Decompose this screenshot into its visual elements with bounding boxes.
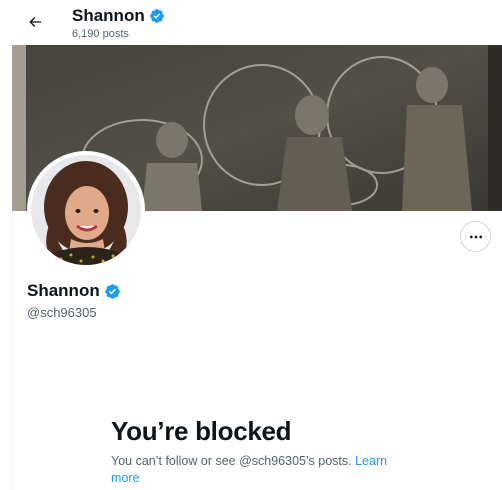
header-name-text: Shannon: [72, 6, 145, 25]
more-horizontal-icon: [469, 235, 482, 238]
profile-name-text: Shannon: [27, 281, 100, 300]
blocked-title: You’re blocked: [111, 416, 292, 446]
back-button[interactable]: [20, 7, 50, 37]
post-count: 6,190 posts: [72, 28, 129, 40]
profile-handle: @sch96305: [27, 305, 97, 320]
header-title: Shannon: [72, 6, 165, 26]
more-options-button[interactable]: [460, 221, 491, 252]
verified-badge-icon: [149, 9, 164, 23]
blocked-message-text: You can’t follow or see @sch96305’s post…: [111, 454, 352, 468]
profile-display-name: Shannon: [27, 281, 121, 301]
profile-avatar[interactable]: [27, 151, 145, 269]
blocked-message: You can’t follow or see @sch96305’s post…: [111, 453, 411, 487]
arrow-left-icon: [29, 17, 41, 27]
profile-header: Shannon 6,190 posts: [0, 0, 502, 45]
avatar-image: [31, 155, 141, 265]
verified-badge-icon: [104, 283, 120, 299]
